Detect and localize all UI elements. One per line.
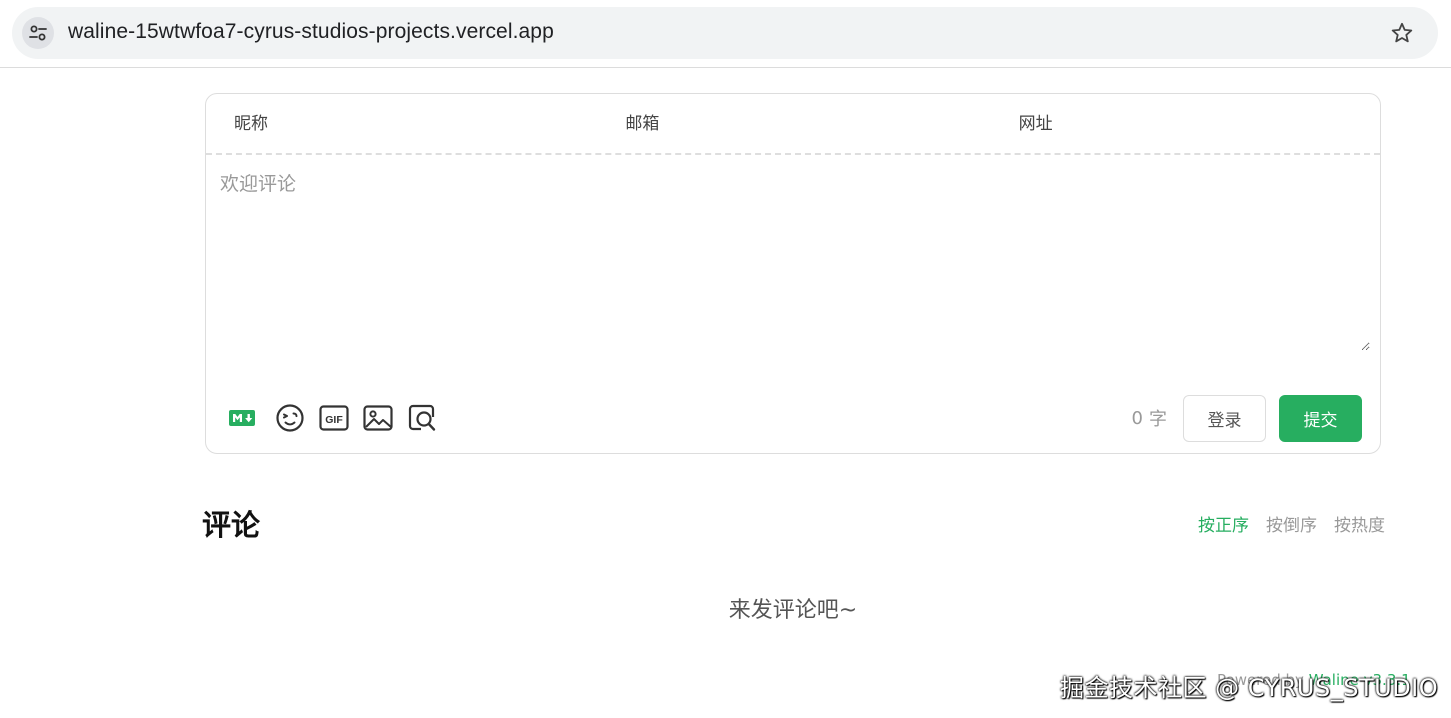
url-text[interactable]: waline-15wtwfoa7-cyrus-studios-projects.… [68, 20, 554, 44]
link-input[interactable] [1018, 94, 1380, 153]
editor-toolbar: GIF [226, 400, 438, 436]
browser-toolbar: waline-15wtwfoa7-cyrus-studios-projects.… [0, 0, 1451, 68]
submit-button[interactable]: 提交 [1279, 394, 1362, 442]
comments-title: 评论 [202, 508, 261, 542]
star-icon[interactable] [1388, 19, 1416, 47]
word-count: 0 字 [1132, 405, 1167, 431]
watermark: 掘金技术社区 @ CYRUS_STUDIO [1060, 674, 1439, 702]
word-count-value: 0 [1131, 407, 1143, 429]
comment-textarea[interactable] [220, 169, 1370, 351]
sort-tabs: 按正序 按倒序 按热度 [1198, 511, 1385, 536]
emoji-icon[interactable] [274, 402, 306, 434]
preview-icon[interactable] [406, 402, 438, 434]
markdown-icon[interactable] [226, 402, 258, 434]
image-icon[interactable] [362, 402, 394, 434]
mail-input[interactable] [625, 94, 989, 153]
empty-comments-message: 来发评论吧~ [728, 598, 858, 623]
comment-form: GIF 0 字 登录 提交 [205, 93, 1381, 454]
mail-field-wrap [597, 94, 989, 153]
svg-text:GIF: GIF [325, 414, 343, 426]
nick-input[interactable] [234, 94, 598, 153]
meta-fields [206, 94, 1380, 155]
nick-field-wrap [206, 94, 598, 153]
word-count-unit: 字 [1149, 409, 1167, 430]
sort-tab-desc[interactable]: 按倒序 [1266, 511, 1317, 536]
login-button[interactable]: 登录 [1183, 394, 1266, 442]
address-bar[interactable]: waline-15wtwfoa7-cyrus-studios-projects.… [12, 7, 1438, 59]
sort-tab-hot[interactable]: 按热度 [1334, 511, 1385, 536]
gif-icon[interactable]: GIF [318, 402, 350, 434]
tune-icon[interactable] [22, 17, 54, 49]
form-actions: 0 字 登录 提交 [1132, 394, 1362, 442]
sort-tab-asc[interactable]: 按正序 [1198, 511, 1249, 536]
link-field-wrap [989, 94, 1380, 153]
